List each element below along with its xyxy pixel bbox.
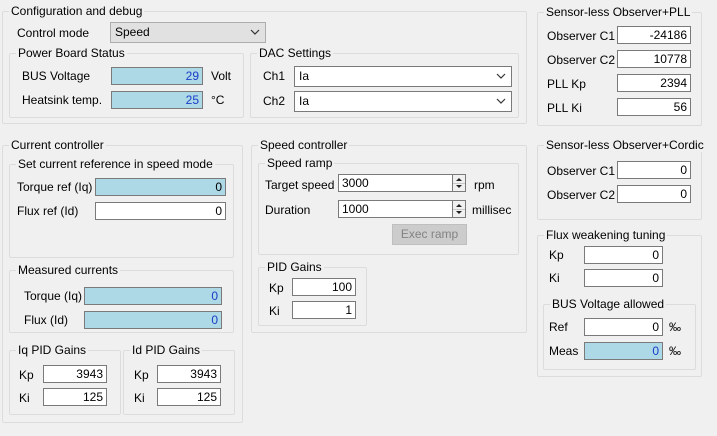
torque-ref-label: Torque ref (Iq) (17, 180, 93, 194)
spin-down-icon[interactable] (453, 183, 465, 191)
target-speed-unit: rpm (474, 178, 495, 192)
pll-ki-label: PLL Ki (547, 101, 582, 115)
duration-spinner[interactable] (452, 200, 466, 218)
config-group-title: Configuration and debug (9, 4, 145, 18)
chevron-down-icon (496, 73, 506, 79)
fw-ki-label: Ki (549, 271, 560, 285)
target-speed-label: Target speed (265, 178, 335, 192)
measured-currents-title: Measured currents (16, 263, 121, 277)
observer-cordic-c2-label: Observer C2 (547, 188, 616, 202)
speed-ki-label: Ki (269, 304, 280, 318)
observer-pll-c1-field[interactable]: -24186 (617, 26, 691, 44)
bus-voltage-allowed-group: BUS Voltage allowed (543, 297, 696, 370)
fw-kp-field[interactable]: 0 (584, 246, 663, 264)
current-controller-title: Current controller (9, 138, 106, 152)
pll-kp-label: PLL Kp (547, 77, 586, 91)
iq-kp-label: Kp (19, 368, 34, 382)
fw-ki-field[interactable]: 0 (584, 269, 663, 287)
speed-kp-label: Kp (269, 281, 284, 295)
observer-cordic-group: Sensor-less Observer+Cordic (537, 138, 706, 220)
pll-ki-field[interactable]: 56 (617, 98, 691, 116)
torque-measured-label: Torque (Iq) (24, 289, 83, 303)
iq-pid-title: Iq PID Gains (16, 343, 89, 357)
torque-ref-field[interactable]: 0 (95, 178, 226, 196)
fw-ref-label: Ref (549, 320, 568, 334)
ch1-label: Ch1 (263, 69, 286, 83)
control-mode-value: Speed (115, 25, 150, 39)
duration-field[interactable]: 1000 (338, 200, 453, 218)
speed-kp-field[interactable]: 100 (292, 278, 356, 296)
fw-ref-unit: ‰ (669, 320, 681, 334)
flux-measured-label: Flux (Id) (24, 313, 69, 327)
fw-meas-unit: ‰ (669, 344, 681, 358)
power-board-title: Power Board Status (16, 46, 127, 60)
speed-controller-title: Speed controller (258, 138, 350, 152)
flux-weakening-title: Flux weakening tuning (544, 228, 668, 242)
target-speed-spinner[interactable] (452, 174, 466, 192)
speed-pid-title: PID Gains (265, 260, 324, 274)
observer-cordic-title: Sensor-less Observer+Cordic (544, 138, 706, 152)
target-speed-field[interactable]: 3000 (338, 174, 453, 192)
id-kp-label: Kp (134, 368, 149, 382)
bus-voltage-unit: Volt (211, 69, 232, 83)
heatsink-unit: °C (211, 93, 225, 107)
flux-ref-label: Flux ref (Id) (17, 204, 79, 218)
control-mode-select[interactable]: Speed (110, 22, 266, 43)
observer-cordic-c1-label: Observer C1 (547, 164, 616, 178)
heatsink-label: Heatsink temp. (22, 93, 103, 107)
bus-voltage-field[interactable]: 29 (111, 67, 203, 85)
torque-measured-field[interactable]: 0 (84, 287, 222, 305)
observer-pll-c1-label: Observer C1 (547, 29, 616, 43)
current-reference-title: Set current reference in speed mode (16, 157, 215, 171)
iq-kp-field[interactable]: 3943 (43, 365, 107, 383)
bus-voltage-allowed-title: BUS Voltage allowed (550, 297, 667, 311)
ch2-label: Ch2 (263, 94, 286, 108)
bus-voltage-label: BUS Voltage (22, 69, 91, 83)
spin-down-icon[interactable] (453, 209, 465, 217)
duration-unit: millisec (472, 203, 512, 217)
pll-kp-field[interactable]: 2394 (617, 74, 691, 92)
speed-ramp-title: Speed ramp (265, 156, 335, 170)
id-ki-field[interactable]: 125 (157, 388, 221, 406)
fw-meas-label: Meas (549, 344, 579, 358)
id-kp-field[interactable]: 3943 (157, 365, 221, 383)
id-ki-label: Ki (134, 391, 145, 405)
heatsink-field[interactable]: 25 (111, 91, 203, 109)
chevron-down-icon (496, 98, 506, 104)
observer-pll-c2-field[interactable]: 10778 (617, 50, 691, 68)
exec-ramp-button[interactable]: Exec ramp (392, 224, 467, 245)
iq-ki-label: Ki (19, 391, 30, 405)
ch2-select[interactable]: Ia (294, 91, 512, 112)
observer-cordic-c2-field[interactable]: 0 (617, 185, 691, 203)
chevron-down-icon (250, 29, 260, 35)
flux-measured-field[interactable]: 0 (84, 311, 222, 329)
observer-pll-title: Sensor-less Observer+PLL (544, 5, 693, 19)
fw-ref-field[interactable]: 0 (584, 318, 663, 336)
flux-ref-field[interactable]: 0 (95, 202, 226, 220)
observer-pll-c2-label: Observer C2 (547, 53, 616, 67)
id-pid-title: Id PID Gains (130, 343, 203, 357)
ch1-value: Ia (299, 69, 310, 83)
control-mode-label: Control mode (17, 26, 90, 40)
dac-title: DAC Settings (257, 46, 334, 60)
observer-cordic-c1-field[interactable]: 0 (617, 161, 691, 179)
iq-ki-field[interactable]: 125 (43, 388, 107, 406)
ch2-value: Ia (299, 94, 310, 108)
ch1-select[interactable]: Ia (294, 66, 512, 87)
duration-label: Duration (265, 203, 311, 217)
fw-kp-label: Kp (549, 248, 564, 262)
fw-meas-field[interactable]: 0 (584, 342, 663, 360)
speed-ki-field[interactable]: 1 (292, 301, 356, 319)
